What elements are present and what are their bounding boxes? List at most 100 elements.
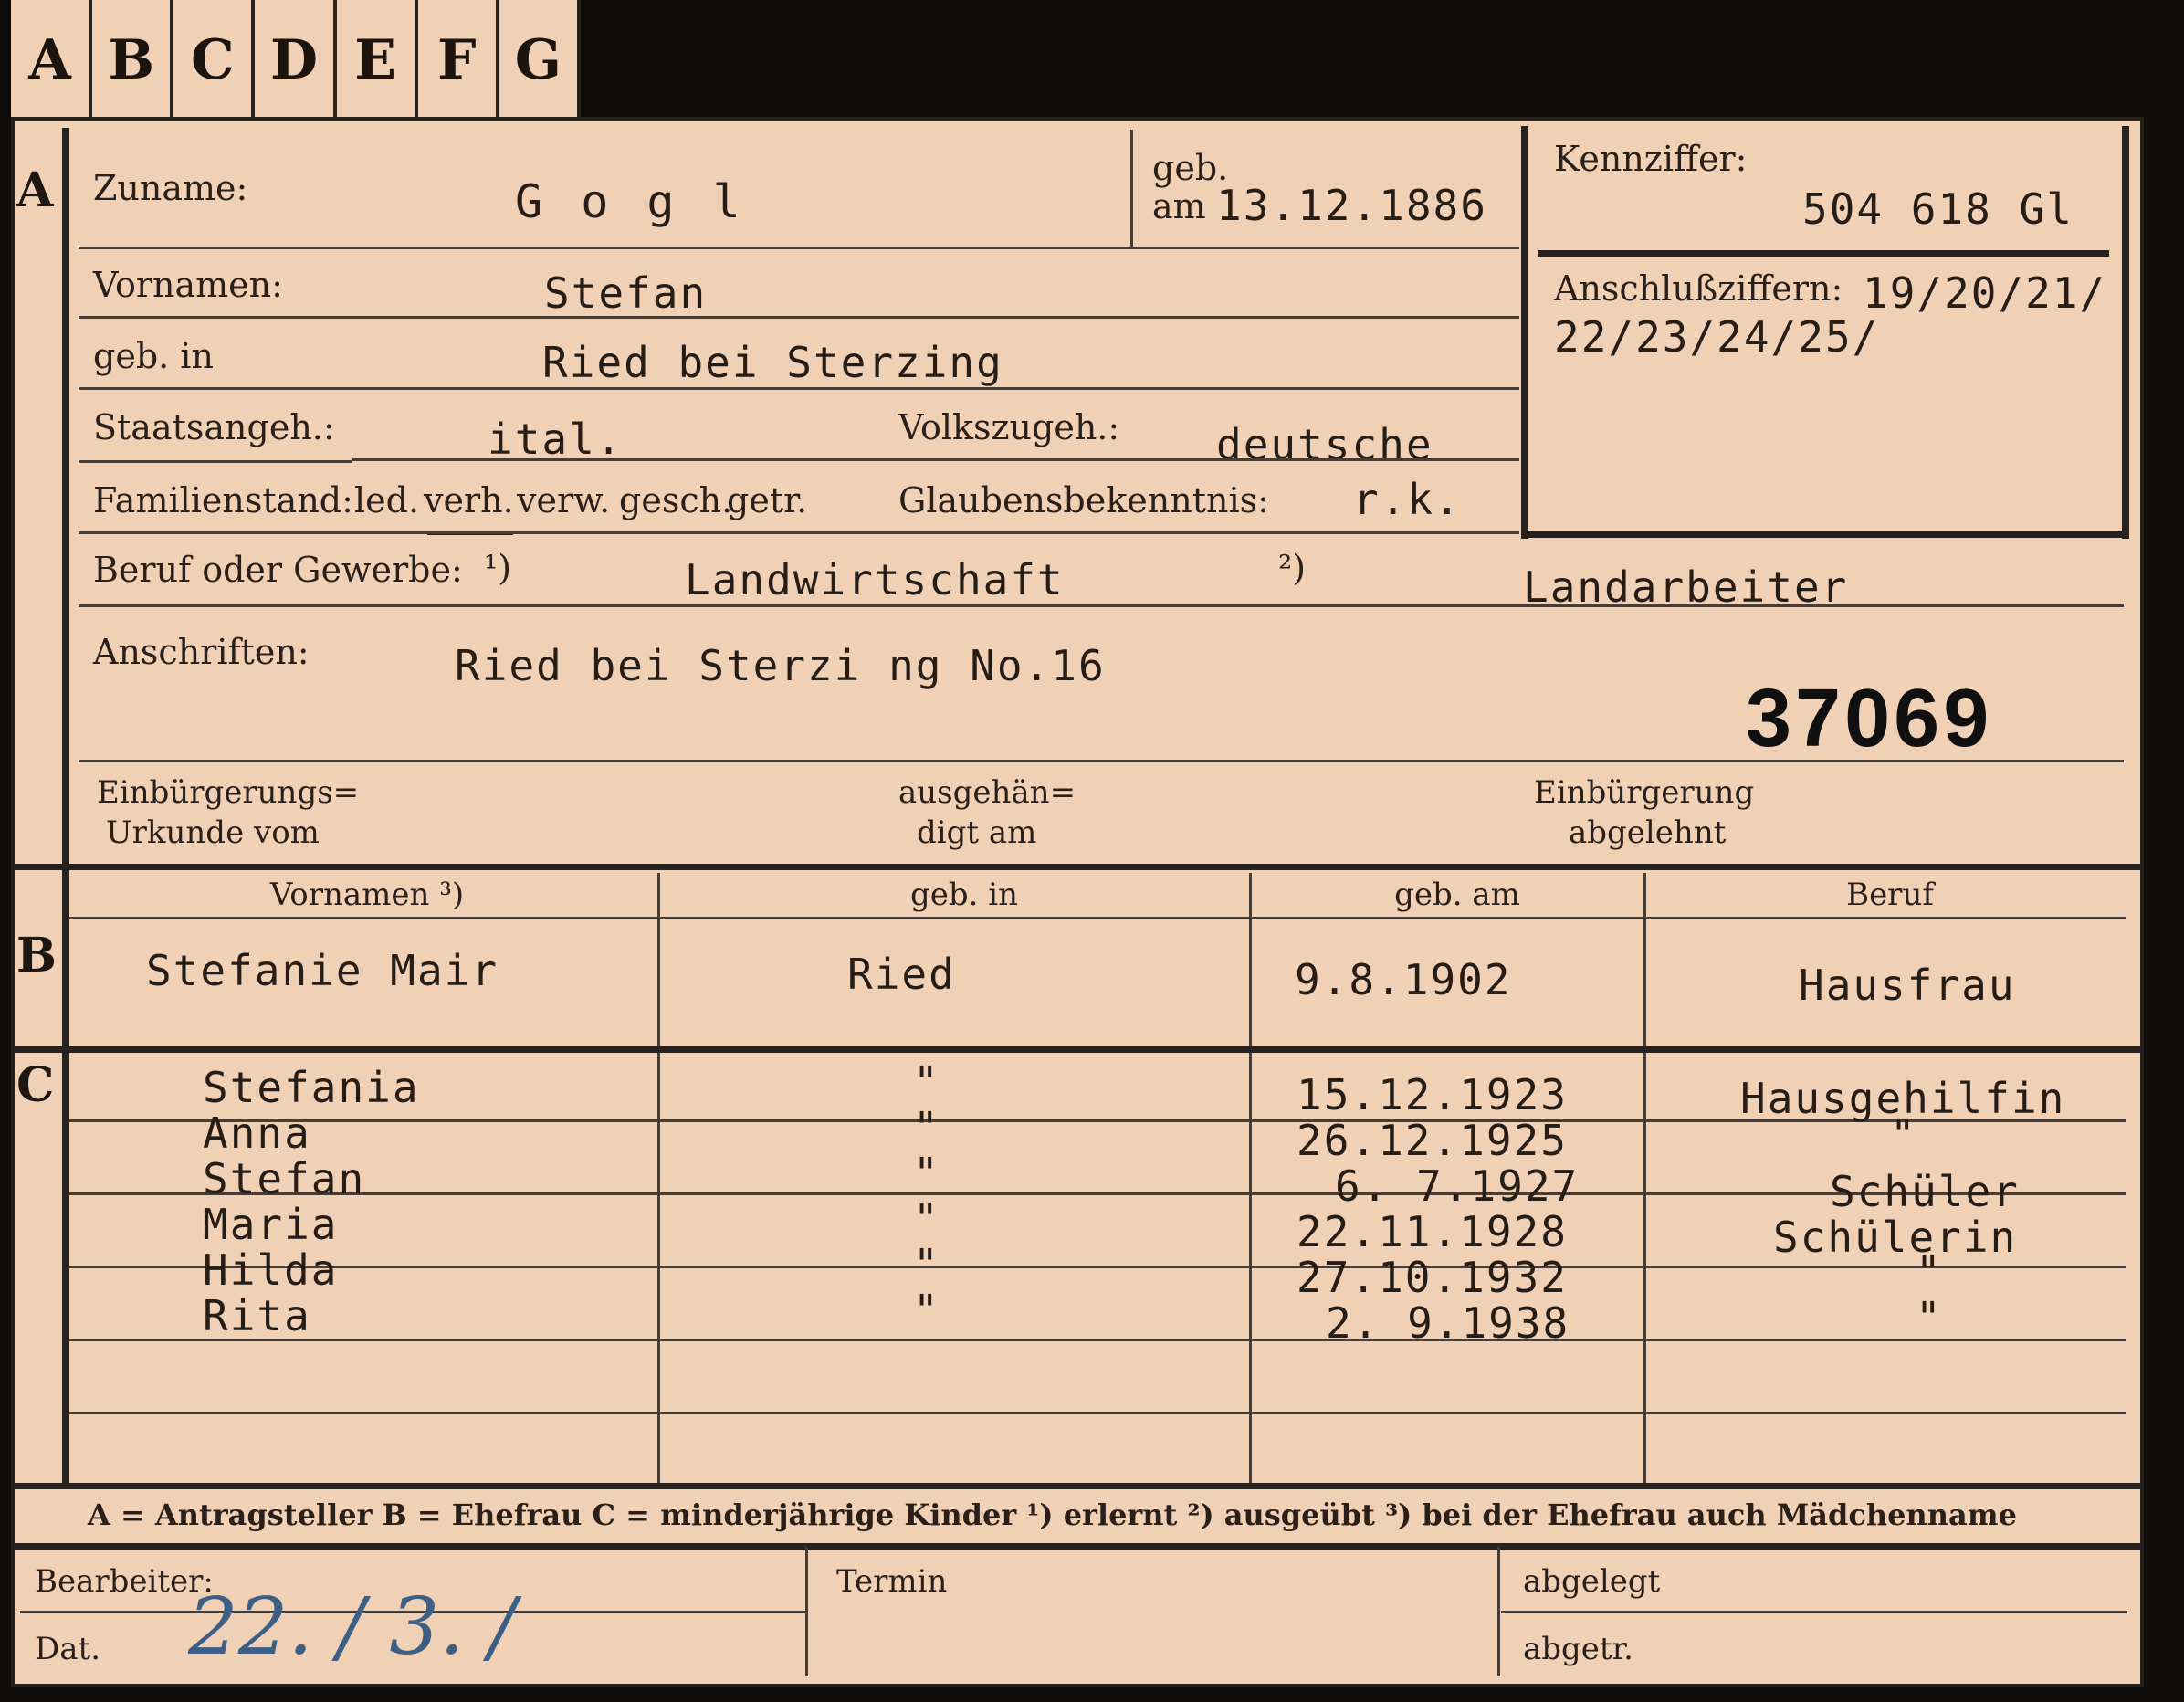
tab-f[interactable]: F bbox=[418, 0, 499, 121]
row-line bbox=[69, 1339, 2126, 1341]
child-birthdate: 2. 9.1938 bbox=[1326, 1298, 1570, 1348]
dat-label: Dat. bbox=[35, 1631, 101, 1667]
staat-label: Staatsangeh.: bbox=[93, 407, 335, 447]
child-birthdate: 22.11.1928 bbox=[1297, 1207, 1568, 1256]
familien-option-gesch: gesch. bbox=[619, 480, 733, 520]
anschluss-value-2: 22/23/24/25/ bbox=[1554, 312, 1880, 362]
tab-g[interactable]: G bbox=[499, 0, 577, 121]
child-birthdate: 27.10.1932 bbox=[1297, 1253, 1568, 1302]
child-occupation: Schülerin bbox=[1773, 1213, 2018, 1262]
row-line bbox=[1501, 1611, 2127, 1613]
child-occupation: " bbox=[1916, 1247, 1943, 1297]
dat-handwritten-value: 22. / 3. / bbox=[188, 1581, 516, 1673]
footer-divider bbox=[805, 1547, 808, 1676]
row-line bbox=[79, 531, 1519, 534]
familien-option-verw: verw. bbox=[517, 480, 611, 520]
staat-value: ital. bbox=[488, 415, 624, 464]
child-occupation: " bbox=[1890, 1110, 1917, 1160]
child-name: Maria bbox=[203, 1200, 339, 1249]
beruf-erlernt-value: Landwirtschaft bbox=[685, 555, 1065, 604]
child-birthplace: " bbox=[913, 1194, 940, 1244]
kennziffer-label: Kennziffer: bbox=[1554, 139, 1748, 179]
volk-value: deutsche bbox=[1216, 420, 1433, 469]
col-divider bbox=[1643, 873, 1646, 1483]
tab-d[interactable]: D bbox=[255, 0, 337, 121]
abgelehnt-label-2: abgelehnt bbox=[1569, 814, 1727, 851]
row-line bbox=[352, 458, 1519, 461]
child-name: Stefania bbox=[203, 1063, 420, 1112]
row-line bbox=[79, 760, 2124, 762]
section-b-top-rule bbox=[15, 864, 2140, 870]
glauben-label: Glaubensbekenntnis: bbox=[898, 480, 1269, 520]
left-margin-rule bbox=[62, 128, 69, 1483]
legend: A = Antragsteller B = Ehefrau C = minder… bbox=[88, 1497, 2017, 1532]
tab-e[interactable]: E bbox=[337, 0, 418, 121]
glauben-value: r.k. bbox=[1353, 475, 1462, 524]
legend-top-rule bbox=[15, 1483, 2140, 1489]
header-beruf: Beruf bbox=[1846, 877, 1934, 913]
anschrift-value: Ried bei Sterzi ng No.16 bbox=[455, 641, 1106, 690]
row-line bbox=[69, 1412, 2126, 1414]
row-line bbox=[69, 1266, 2126, 1268]
wife-birthplace: Ried bbox=[847, 950, 956, 999]
file-number-stamp: 37069 bbox=[1746, 673, 1993, 764]
familien-option-led: led. bbox=[354, 480, 420, 520]
footnote-1-mark: ¹) bbox=[484, 548, 512, 588]
child-name: Rita bbox=[203, 1291, 311, 1340]
anschluss-value-1: 19/20/21/ bbox=[1863, 268, 2107, 318]
beruf-label: Beruf oder Gewerbe: bbox=[93, 550, 463, 590]
einbuergerung-urkunde-label-2: Urkunde vom bbox=[106, 814, 320, 851]
child-birthdate: 26.12.1925 bbox=[1297, 1116, 1568, 1165]
geb-am-value: 13.12.1886 bbox=[1216, 181, 1487, 230]
row-line bbox=[79, 604, 2124, 607]
kennziffer-box-bottom bbox=[1521, 531, 2129, 538]
zuname-divider bbox=[1130, 130, 1133, 247]
child-occupation: Schüler bbox=[1830, 1167, 2020, 1216]
row-line bbox=[79, 460, 352, 463]
section-c-top-rule bbox=[15, 1046, 2140, 1053]
abgetr-label: abgetr. bbox=[1523, 1631, 1633, 1667]
registration-card: A B C Zuname: G o g l geb. am 13.12.1886… bbox=[11, 117, 2144, 1687]
zuname-label: Zuname: bbox=[93, 168, 248, 208]
row-line bbox=[79, 247, 1519, 249]
child-occupation: " bbox=[1916, 1293, 1943, 1342]
familien-option-verh: verh. bbox=[424, 480, 514, 520]
section-a-letter: A bbox=[16, 163, 54, 218]
ausgehaendigt-label-2: digt am bbox=[917, 814, 1037, 851]
child-name: Anna bbox=[203, 1108, 311, 1158]
col-divider bbox=[1249, 873, 1252, 1483]
row-line bbox=[69, 917, 2126, 919]
child-birthdate: 6. 7.1927 bbox=[1335, 1161, 1580, 1211]
vornamen-value: Stefan bbox=[544, 268, 708, 318]
kennziffer-divider bbox=[1538, 250, 2109, 257]
tab-c[interactable]: C bbox=[173, 0, 256, 121]
child-birthplace: " bbox=[913, 1149, 940, 1198]
am-label: am bbox=[1152, 186, 1206, 226]
termin-label: Termin bbox=[836, 1563, 948, 1600]
footnote-2-mark: ²) bbox=[1278, 548, 1307, 588]
abgelehnt-label-1: Einbürgerung bbox=[1534, 774, 1755, 811]
einbuergerung-urkunde-label-1: Einbürgerungs= bbox=[97, 774, 360, 811]
legend-bottom-rule bbox=[15, 1543, 2140, 1550]
kennziffer-box-left bbox=[1521, 126, 1528, 539]
wife-occupation: Hausfrau bbox=[1799, 961, 2016, 1010]
child-birthplace: " bbox=[913, 1240, 940, 1289]
wife-birthdate: 9.8.1902 bbox=[1295, 955, 1512, 1004]
child-birthplace: " bbox=[913, 1286, 940, 1335]
abgelegt-label: abgelegt bbox=[1523, 1563, 1661, 1600]
zuname-value: G o g l bbox=[515, 175, 746, 228]
tab-a[interactable]: A bbox=[11, 0, 93, 121]
vornamen-label: Vornamen: bbox=[93, 265, 283, 305]
child-birthplace: " bbox=[913, 1057, 940, 1107]
section-c-letter: C bbox=[16, 1057, 55, 1113]
tab-b[interactable]: B bbox=[92, 0, 174, 121]
child-name: Stefan bbox=[203, 1154, 366, 1203]
row-line bbox=[79, 387, 1519, 390]
bearbeiter-label: Bearbeiter: bbox=[35, 1563, 214, 1600]
header-geb-am: geb. am bbox=[1394, 877, 1520, 913]
wife-name: Stefanie Mair bbox=[146, 946, 499, 995]
child-name: Hilda bbox=[203, 1245, 339, 1295]
ausgehaendigt-label-1: ausgehän= bbox=[898, 774, 1076, 811]
gebin-label: geb. in bbox=[93, 336, 214, 376]
familien-option-getr: getr. bbox=[727, 480, 808, 520]
